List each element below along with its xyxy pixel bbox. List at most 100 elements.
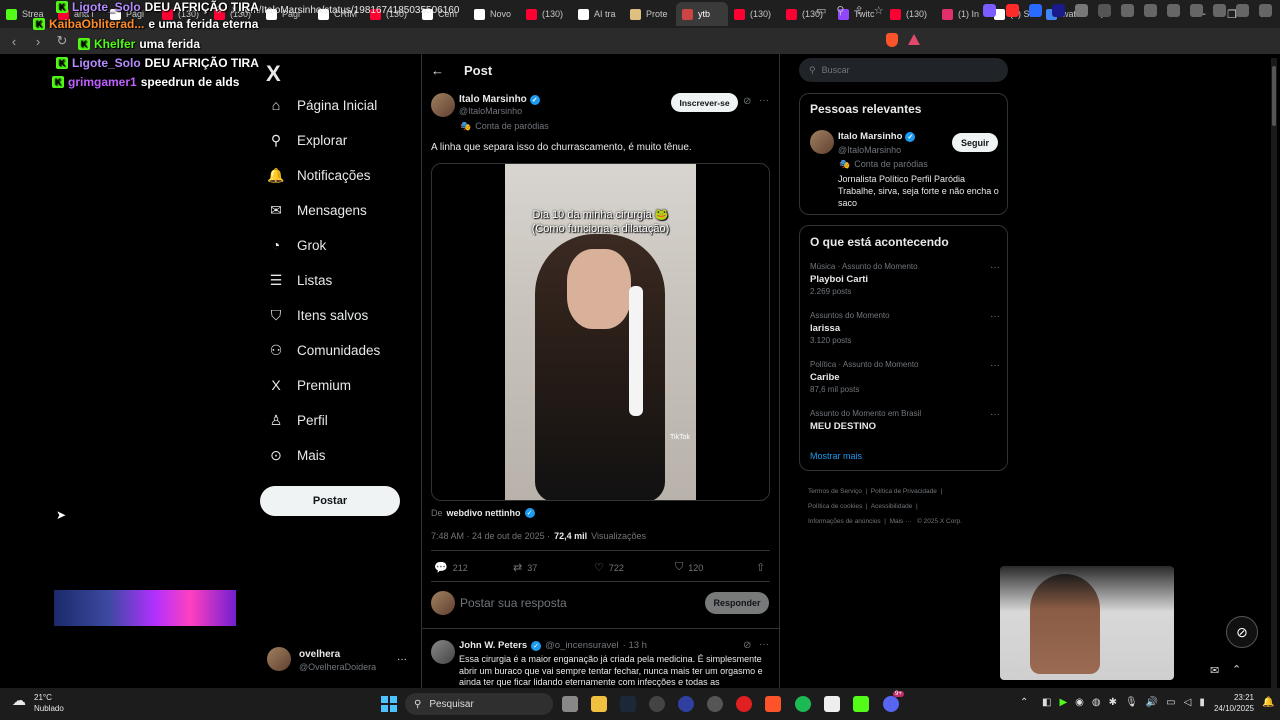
wallet-icon[interactable] [1190, 4, 1203, 17]
show-more-link[interactable]: Mostrar mais [810, 451, 862, 461]
trend-more-icon[interactable]: ··· [990, 262, 1000, 273]
task-view-icon[interactable] [562, 696, 578, 712]
app-icon-3[interactable] [707, 696, 723, 712]
reload-icon[interactable]: ↻ [52, 31, 72, 51]
footer-cookies-link[interactable]: Política de cookies [808, 503, 862, 510]
bluetooth-icon[interactable]: ✱ [1109, 697, 1117, 708]
grok-floating-icon[interactable]: ⊘ [1226, 616, 1258, 648]
bookmark-action[interactable]: ⛉ 120 [675, 561, 703, 574]
extension-1-icon[interactable] [983, 4, 996, 17]
mic-icon[interactable]: 🎙 [1125, 697, 1138, 708]
taskbar-search[interactable]: ⚲ Pesquisar [405, 693, 553, 715]
back-arrow-icon[interactable]: ← [431, 63, 444, 78]
sidebar-item-pagina-inicial[interactable]: ⌂ Página Inicial [268, 97, 378, 113]
author-name[interactable]: Italo Marsinho [459, 94, 527, 105]
notepad-icon[interactable] [824, 696, 840, 712]
browser-tab[interactable]: Prote [624, 2, 676, 26]
trend-item[interactable]: Assuntos do Momento larissa 3.120 posts ··· [810, 311, 1000, 345]
sidebar-item-mensagens[interactable]: ✉ Mensagens [268, 202, 367, 218]
speaker-icon[interactable]: ◁ [1184, 697, 1192, 708]
like-action[interactable]: ♡ 722 [594, 561, 624, 574]
brave-taskbar-icon[interactable] [765, 696, 781, 712]
trend-more-icon[interactable]: ··· [990, 360, 1000, 371]
app-icon-2[interactable] [678, 696, 694, 712]
browser-tab[interactable]: ytb [676, 2, 728, 26]
sidebar-item-listas[interactable]: ☰ Listas [268, 272, 333, 288]
search-input[interactable]: ⚲ Buscar [799, 58, 1008, 82]
repost-action[interactable]: ⇄ 37 [513, 561, 537, 574]
sidebar-item-comunidades[interactable]: ⚇ Comunidades [268, 342, 381, 358]
browser-tab[interactable]: Novo [468, 2, 520, 26]
download-icon[interactable] [1121, 4, 1134, 17]
reply-more-icon[interactable]: ··· [759, 639, 769, 650]
history-icon[interactable] [1144, 4, 1157, 17]
trend-item[interactable]: Assunto do Momento em Brasil MEU DESTINO ·… [810, 409, 1000, 434]
sidebar-item-explorar[interactable]: ⚲ Explorar [268, 132, 347, 148]
relevant-avatar[interactable] [810, 130, 834, 154]
sidebar-item-perfil[interactable]: ♙ Perfil [268, 412, 328, 428]
messages-drawer-icon[interactable]: ✉ [1210, 664, 1219, 677]
expand-drawer-icon[interactable]: ⌃ [1232, 663, 1241, 676]
sidebar-item-premium[interactable]: X Premium [268, 377, 351, 393]
scrollbar-thumb[interactable] [1272, 66, 1276, 126]
follow-button[interactable]: Seguir [952, 133, 998, 152]
post-button[interactable]: Postar [260, 486, 400, 516]
sidebar-toggle-icon[interactable] [1167, 4, 1180, 17]
footer-terms-link[interactable]: Termos de Serviço [808, 488, 862, 495]
reply-author-handle[interactable]: @o_incensuravel [545, 640, 619, 651]
tray-chevron-icon[interactable]: ⌃ [1020, 697, 1028, 708]
relevant-handle[interactable]: @ItaloMarsinho [838, 145, 901, 155]
weather-temp[interactable]: 21°C [34, 693, 52, 702]
author-handle[interactable]: @ItaloMarsinho [459, 106, 522, 116]
author-avatar[interactable] [431, 93, 455, 117]
reply-grok-icon[interactable]: ⊘ [743, 640, 751, 651]
sidebar-item-itens-salvos[interactable]: ⛉ Itens salvos [268, 307, 369, 323]
volume-tray-icon[interactable]: 🔊 [1146, 697, 1158, 708]
share-icon[interactable]: ⇪ [854, 4, 863, 17]
footer-accessibility-link[interactable]: Acessibilidade [871, 503, 913, 510]
reply-author-avatar[interactable] [431, 640, 455, 664]
network-icon[interactable]: ▭ [1166, 697, 1175, 708]
trend-item[interactable]: Música · Assunto do Momento Playboi Carti… [810, 262, 1000, 296]
sidebar-item-mais[interactable]: ⊙ Mais [268, 447, 325, 463]
account-more-icon[interactable]: ··· [397, 654, 407, 665]
vpn-icon[interactable] [1236, 4, 1249, 17]
tray-app-icon-2[interactable]: ▶ [1059, 697, 1067, 708]
app-icon-1[interactable] [649, 696, 665, 712]
brave-rewards-icon[interactable] [908, 34, 920, 45]
sidebar-item-notificacoes[interactable]: 🔔 Notificações [267, 167, 370, 183]
trend-more-icon[interactable]: ··· [990, 409, 1000, 420]
browser-tab[interactable]: AI tra [572, 2, 624, 26]
clock-date[interactable]: 24/10/2025 [1204, 704, 1254, 713]
bookmark-star-icon[interactable]: ☆ [874, 4, 884, 17]
cast-icon[interactable]: ▭ [816, 4, 826, 17]
puzzle-icon[interactable] [1075, 4, 1088, 17]
reply-author-name[interactable]: John W. Peters [459, 640, 527, 651]
post-timestamp[interactable]: 7:48 AM · 24 de out de 2025 · [431, 531, 550, 541]
browser-tab[interactable]: (130) [728, 2, 780, 26]
tray-app-icon-1[interactable]: ◧ [1042, 697, 1051, 708]
forward-icon[interactable]: › [28, 31, 48, 51]
reply-button[interactable]: Responder [705, 592, 769, 614]
extension-4-icon[interactable] [1052, 4, 1065, 17]
extension-3-icon[interactable] [1029, 4, 1042, 17]
steam-icon[interactable] [620, 696, 636, 712]
spotify-icon[interactable] [795, 696, 811, 712]
opera-icon[interactable] [736, 696, 752, 712]
trend-more-icon[interactable]: ··· [990, 311, 1000, 322]
account-avatar[interactable] [267, 647, 291, 671]
browser-tab[interactable]: (1) In [936, 2, 988, 26]
menu-icon[interactable] [1259, 4, 1272, 17]
file-explorer-icon[interactable] [591, 696, 607, 712]
kick-taskbar-icon[interactable] [853, 696, 869, 712]
source-account-link[interactable]: webdivo nettinho [447, 508, 521, 518]
zoom-icon[interactable]: ⚲ [836, 4, 844, 17]
windows-start-icon[interactable] [381, 696, 397, 712]
back-icon[interactable]: ‹ [4, 31, 24, 51]
discord-icon[interactable] [883, 696, 899, 712]
browser-tab[interactable]: (130) [884, 2, 936, 26]
sidebar-item-grok[interactable]: ◔ Grok [268, 237, 327, 253]
reply-time[interactable]: · 13 h [623, 640, 647, 651]
page-scrollbar[interactable] [1271, 58, 1277, 688]
footer-privacy-link[interactable]: Política de Privacidade [871, 488, 937, 495]
